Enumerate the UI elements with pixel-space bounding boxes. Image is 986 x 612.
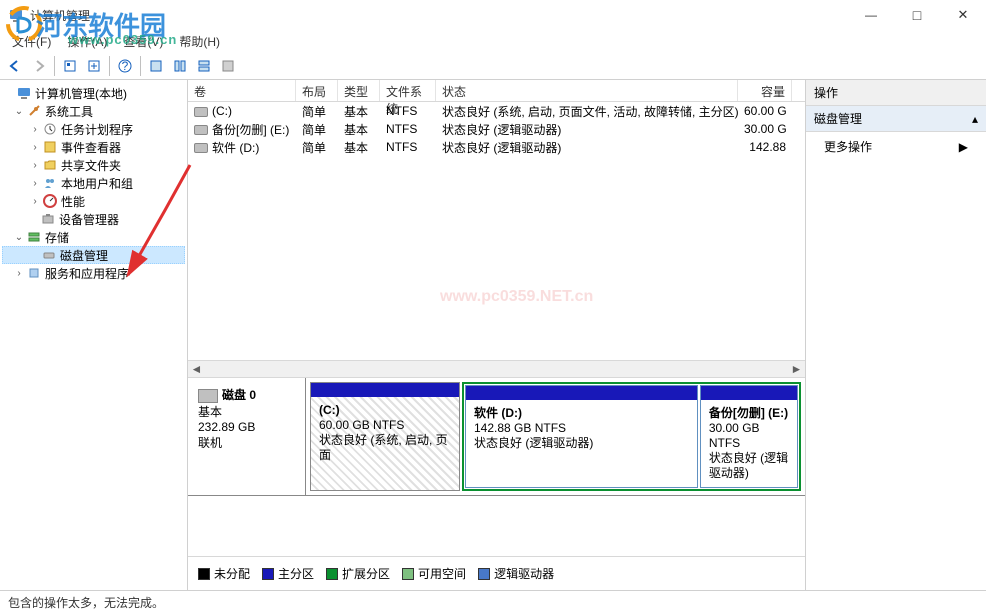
actions-header: 操作 — [806, 80, 986, 106]
users-icon — [42, 175, 58, 191]
menu-help[interactable]: 帮助(H) — [173, 31, 226, 52]
refresh-button[interactable] — [83, 55, 105, 77]
volume-grid-header: 卷 布局 类型 文件系统 状态 容量 — [188, 80, 805, 102]
col-capacity[interactable]: 容量 — [738, 80, 792, 101]
maximize-button[interactable] — [894, 0, 940, 30]
window-controls — [848, 0, 986, 30]
actions-category[interactable]: 磁盘管理 ▴ — [806, 106, 986, 132]
scroll-left-icon[interactable]: ◄ — [188, 361, 205, 378]
partition-c[interactable]: (C:) 60.00 GB NTFS 状态良好 (系统, 启动, 页面 — [310, 382, 460, 491]
tree-shared-folders[interactable]: › 共享文件夹 — [2, 156, 185, 174]
menu-view[interactable]: 查看(V) — [117, 31, 169, 52]
tree-storage[interactable]: ⌄ 存储 — [2, 228, 185, 246]
menu-action[interactable]: 操作(A) — [61, 31, 113, 52]
disk-graphical-area: 磁盘 0 基本 232.89 GB 联机 (C:) 60.00 GB NTFS … — [188, 377, 805, 590]
event-icon — [42, 139, 58, 155]
services-icon — [26, 265, 42, 281]
tree-system-tools[interactable]: ⌄ 系统工具 — [2, 102, 185, 120]
view-mode-2[interactable] — [169, 55, 191, 77]
forward-button[interactable] — [28, 55, 50, 77]
tree-services-apps[interactable]: › 服务和应用程序 — [2, 264, 185, 282]
view-mode-3[interactable] — [193, 55, 215, 77]
col-status[interactable]: 状态 — [436, 80, 738, 101]
tree-disk-management[interactable]: 磁盘管理 — [2, 246, 185, 264]
volume-row[interactable]: 软件 (D:) 简单 基本 NTFS 状态良好 (逻辑驱动器) 142.88 — [188, 138, 805, 156]
chevron-right-icon: ▶ — [959, 140, 968, 154]
horizontal-scrollbar[interactable]: ◄ ► — [188, 360, 805, 377]
disk-icon — [41, 247, 57, 263]
clock-icon — [42, 121, 58, 137]
tools-icon — [26, 103, 42, 119]
storage-icon — [26, 229, 42, 245]
actions-panel: 操作 磁盘管理 ▴ 更多操作 ▶ — [806, 80, 986, 590]
scroll-right-icon[interactable]: ► — [788, 361, 805, 378]
view-mode-4[interactable] — [217, 55, 239, 77]
performance-icon — [42, 193, 58, 209]
volume-row[interactable]: (C:) 简单 基本 NTFS 状态良好 (系统, 启动, 页面文件, 活动, … — [188, 102, 805, 120]
folder-icon — [42, 157, 58, 173]
main-area: 计算机管理(本地) ⌄ 系统工具 › 任务计划程序 › 事件查看器 › 共享文件… — [0, 80, 986, 590]
computer-icon — [16, 85, 32, 101]
tree-performance[interactable]: › 性能 — [2, 192, 185, 210]
status-bar: 包含的操作太多，无法完成。 — [0, 590, 986, 612]
back-button[interactable] — [4, 55, 26, 77]
toolbar: ? — [0, 52, 986, 80]
disk-icon — [198, 389, 218, 403]
app-icon — [8, 7, 24, 23]
col-layout[interactable]: 布局 — [296, 80, 338, 101]
tree-root[interactable]: 计算机管理(本地) — [2, 84, 185, 102]
window-title: 计算机管理 — [30, 7, 90, 24]
volume-icon — [194, 143, 208, 153]
tree-local-users[interactable]: › 本地用户和组 — [2, 174, 185, 192]
partition-e[interactable]: 备份[勿删] (E:) 30.00 GB NTFS 状态良好 (逻辑驱动器) — [700, 385, 798, 488]
collapse-icon: ▴ — [972, 112, 978, 126]
center-panel: 卷 布局 类型 文件系统 状态 容量 (C:) 简单 基本 NTFS 状态良好 … — [188, 80, 806, 590]
toolbar-icon-1[interactable] — [59, 55, 81, 77]
menu-file[interactable]: 文件(F) — [6, 31, 57, 52]
tree-panel: 计算机管理(本地) ⌄ 系统工具 › 任务计划程序 › 事件查看器 › 共享文件… — [0, 80, 188, 590]
volume-icon — [194, 107, 208, 117]
help-button[interactable]: ? — [114, 55, 136, 77]
menu-bar: 文件(F) 操作(A) 查看(V) 帮助(H) — [0, 30, 986, 52]
tree-device-manager[interactable]: 设备管理器 — [2, 210, 185, 228]
partition-d[interactable]: 软件 (D:) 142.88 GB NTFS 状态良好 (逻辑驱动器) — [465, 385, 698, 488]
device-icon — [40, 211, 56, 227]
col-type[interactable]: 类型 — [338, 80, 380, 101]
legend: 未分配 主分区 扩展分区 可用空间 逻辑驱动器 — [188, 556, 805, 590]
svg-text:?: ? — [122, 59, 129, 73]
tree-task-scheduler[interactable]: › 任务计划程序 — [2, 120, 185, 138]
tree-event-viewer[interactable]: › 事件查看器 — [2, 138, 185, 156]
volume-row[interactable]: 备份[勿删] (E:) 简单 基本 NTFS 状态良好 (逻辑驱动器) 30.0… — [188, 120, 805, 138]
volume-icon — [194, 125, 208, 135]
actions-more[interactable]: 更多操作 ▶ — [806, 132, 986, 161]
close-button[interactable] — [940, 0, 986, 30]
view-mode-1[interactable] — [145, 55, 167, 77]
minimize-button[interactable] — [848, 0, 894, 30]
col-volume[interactable]: 卷 — [188, 80, 296, 101]
title-bar: 计算机管理 — [0, 0, 986, 30]
disk-label[interactable]: 磁盘 0 基本 232.89 GB 联机 — [188, 378, 306, 495]
disk-row: 磁盘 0 基本 232.89 GB 联机 (C:) 60.00 GB NTFS … — [188, 378, 805, 496]
col-fs[interactable]: 文件系统 — [380, 80, 436, 101]
